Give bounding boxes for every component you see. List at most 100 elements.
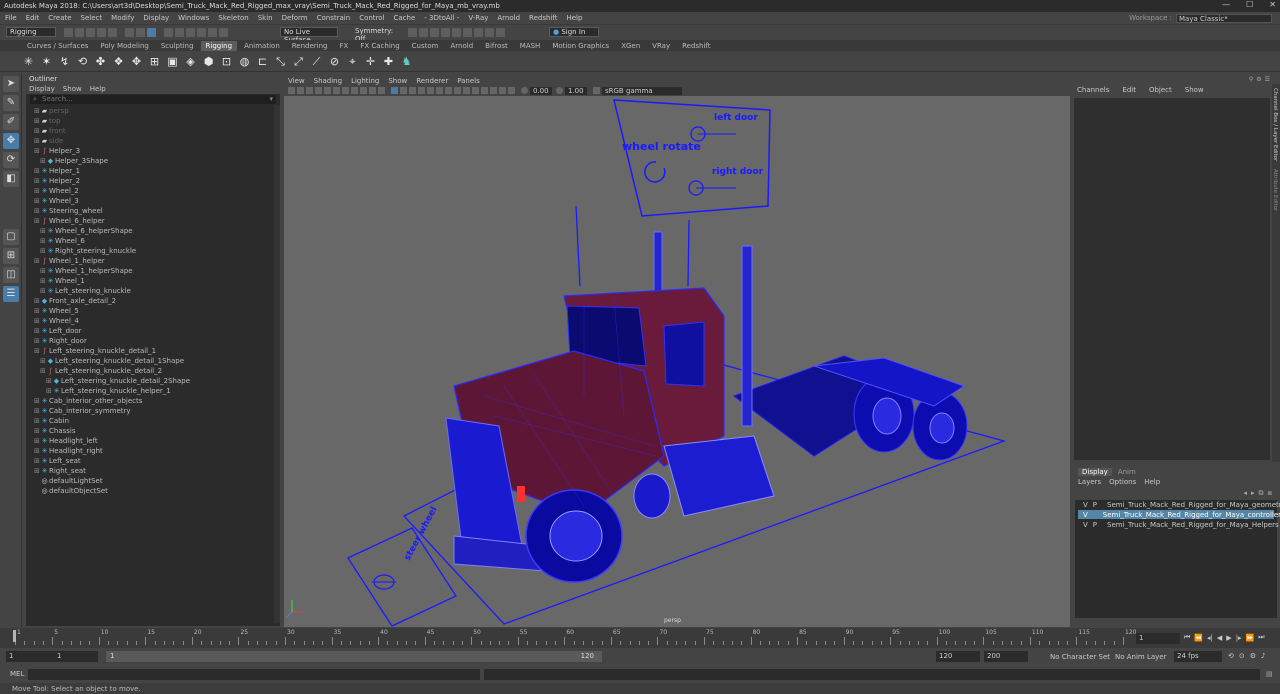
outliner-item[interactable]: ⊞ ✳ Left_steering_knuckle (34, 286, 280, 296)
outliner-item[interactable]: ⊞ ✳ Wheel_3 (34, 196, 280, 206)
mirror-joint-icon[interactable]: ⟲ (76, 55, 89, 68)
ambient-occlusion-icon[interactable] (445, 87, 452, 94)
step-back-key-icon[interactable]: ⏪ (1194, 634, 1203, 642)
viewport-menu-shading[interactable]: Shading (314, 77, 342, 85)
menu-skin[interactable]: Skin (258, 14, 273, 22)
menu-redshift[interactable]: Redshift (529, 14, 557, 22)
xray-joints-icon[interactable] (499, 87, 506, 94)
snap-live-icon[interactable] (219, 28, 228, 37)
default-material-icon[interactable] (409, 87, 416, 94)
exposure-icon[interactable] (521, 87, 528, 94)
parent-constraint-icon[interactable]: ⊏ (256, 55, 269, 68)
layer-menu-options[interactable]: Options (1109, 478, 1136, 486)
playback-end-field[interactable]: 120 (936, 651, 980, 662)
shelf-tab-poly-modeling[interactable]: Poly Modeling (95, 41, 153, 51)
go-to-end-icon[interactable]: ⏭ (1258, 633, 1264, 642)
go-to-start-icon[interactable]: ⏮ (1184, 633, 1190, 642)
menu-v-ray[interactable]: V-Ray (468, 14, 488, 22)
tab-attribute-editor[interactable]: Attribute Editor (1272, 169, 1278, 211)
menu-cache[interactable]: Cache (394, 14, 416, 22)
outliner-item[interactable]: ◎defaultLightSet (34, 476, 280, 486)
outliner-item[interactable]: ◎defaultObjectSet (34, 486, 280, 496)
shelf-tab-custom[interactable]: Custom (407, 41, 444, 51)
outliner-item[interactable]: ⊞ ✳ Headlight_right (34, 446, 280, 456)
outliner-item[interactable]: ⊞ ✳ Helper_2 (34, 176, 280, 186)
channel-menu-edit[interactable]: Edit (1122, 86, 1136, 94)
ipr-render-icon[interactable] (419, 28, 428, 37)
outliner-item[interactable]: ⊞ ✳ Cab_interior_symmetry (34, 406, 280, 416)
resolution-gate-icon[interactable] (342, 87, 349, 94)
sound-icon[interactable]: ♪ (1261, 652, 1265, 660)
viewport-menu-renderer[interactable]: Renderer (416, 77, 448, 85)
maximize-icon[interactable]: ☐ (1246, 0, 1253, 9)
outliner-item[interactable]: ⊞ ✳ Left_steering_knuckle_helper_1 (34, 386, 280, 396)
layer-visibility-toggle[interactable]: V (1083, 501, 1088, 509)
wireframe-icon[interactable] (391, 87, 398, 94)
lasso-tool-icon[interactable]: ✎ (3, 95, 19, 111)
outliner-item[interactable]: ⊞ ✳ Right_seat (34, 466, 280, 476)
orient-joint-icon[interactable]: ✤ (94, 55, 107, 68)
lights-icon[interactable] (427, 87, 434, 94)
menu-control[interactable]: Control (359, 14, 384, 22)
move-layer-up-icon[interactable]: ◂ (1244, 489, 1248, 497)
menu-constrain[interactable]: Constrain (317, 14, 351, 22)
outliner-item[interactable]: ⊞ ▰ side (34, 136, 280, 146)
outliner-item[interactable]: ⊞ ✳ Cabin (34, 416, 280, 426)
menu-arnold[interactable]: Arnold (497, 14, 520, 22)
camera-attributes-icon[interactable] (297, 87, 304, 94)
outliner-item[interactable]: ⊞ ∫ Wheel_6_helper (34, 216, 280, 226)
snap-grid-icon[interactable] (164, 28, 173, 37)
outliner-scrollbar[interactable] (274, 105, 280, 623)
outliner-search-input[interactable]: ⌕ Search... ▾ (30, 95, 276, 104)
undo-icon[interactable] (97, 28, 106, 37)
shelf-tab-curves-surfaces[interactable]: Curves / Surfaces (22, 41, 93, 51)
step-back-frame-icon[interactable]: ◂| (1207, 634, 1213, 642)
viewport-menu-panels[interactable]: Panels (457, 77, 480, 85)
save-scene-icon[interactable] (86, 28, 95, 37)
layer-row[interactable]: V P Semi_Truck_Mack_Red_Rigged_for_Maya_He… (1078, 520, 1279, 529)
new-layer-selected-icon[interactable]: ⧈ (1268, 489, 1272, 498)
camera-select-icon[interactable] (288, 87, 295, 94)
shelf-tab-sculpting[interactable]: Sculpting (156, 41, 199, 51)
hik-icon[interactable]: ✚ (382, 55, 395, 68)
cluster-icon[interactable]: ⊞ (148, 55, 161, 68)
xray-components-icon[interactable] (508, 87, 515, 94)
sculpt-deformer-icon[interactable]: ◍ (238, 55, 251, 68)
image-plane-icon[interactable] (315, 87, 322, 94)
outliner-item[interactable]: ⊞ ∫ Left_steering_knuckle_detail_1 (34, 346, 280, 356)
outliner-item[interactable]: ⊞ ✳ Wheel_6_helperShape (34, 226, 280, 236)
soft-mod-icon[interactable]: ⊡ (220, 55, 233, 68)
sign-in-button[interactable]: ● Sign In (549, 27, 599, 37)
wrap-deformer-icon[interactable]: ◈ (184, 55, 197, 68)
shelf-tab-mash[interactable]: MASH (515, 41, 546, 51)
outliner-item[interactable]: ⊞ ✳ Wheel_5 (34, 306, 280, 316)
outliner-item[interactable]: ⊞ ✳ Wheel_2 (34, 186, 280, 196)
pole-vector-icon[interactable]: ⌖ (346, 55, 359, 68)
safe-action-icon[interactable] (369, 87, 376, 94)
outliner-menu-display[interactable]: Display (29, 85, 55, 93)
locator-icon[interactable]: ✛ (364, 55, 377, 68)
shelf-tab-vray[interactable]: VRay (647, 41, 675, 51)
outliner-item[interactable]: ⊞ ✳ Helper_1 (34, 166, 280, 176)
bookmark-icon[interactable] (306, 87, 313, 94)
workspace-dropdown[interactable]: Maya Classic* (1176, 13, 1272, 23)
move-layer-down-icon[interactable]: ▸ (1251, 489, 1255, 497)
menu-windows[interactable]: Windows (178, 14, 209, 22)
render-settings-icon[interactable] (430, 28, 439, 37)
outliner-item[interactable]: ⊞ ◆ Left_steering_knuckle_detail_1Shape (34, 356, 280, 366)
outliner-item[interactable]: ⊞ ◆ Front_axle_detail_2 (34, 296, 280, 306)
outliner-item[interactable]: ⊞ ✳ Wheel_6 (34, 236, 280, 246)
four-view-layout-icon[interactable]: ⊞ (3, 248, 19, 264)
move-tool-icon[interactable]: ✥ (3, 133, 19, 149)
step-forward-key-icon[interactable]: ⏩ (1246, 634, 1255, 642)
snap-curve-icon[interactable] (175, 28, 184, 37)
redshift-icon[interactable] (485, 28, 494, 37)
vray-icon[interactable] (463, 28, 472, 37)
shelf-tab-xgen[interactable]: XGen (616, 41, 645, 51)
channel-menu-channels[interactable]: Channels (1077, 86, 1109, 94)
viewport-menu-view[interactable]: View (288, 77, 305, 85)
menu-deform[interactable]: Deform (282, 14, 308, 22)
shelf-tab-animation[interactable]: Animation (239, 41, 285, 51)
joint-tool-icon[interactable]: ✳ (22, 55, 35, 68)
menu-skeleton[interactable]: Skeleton (218, 14, 248, 22)
